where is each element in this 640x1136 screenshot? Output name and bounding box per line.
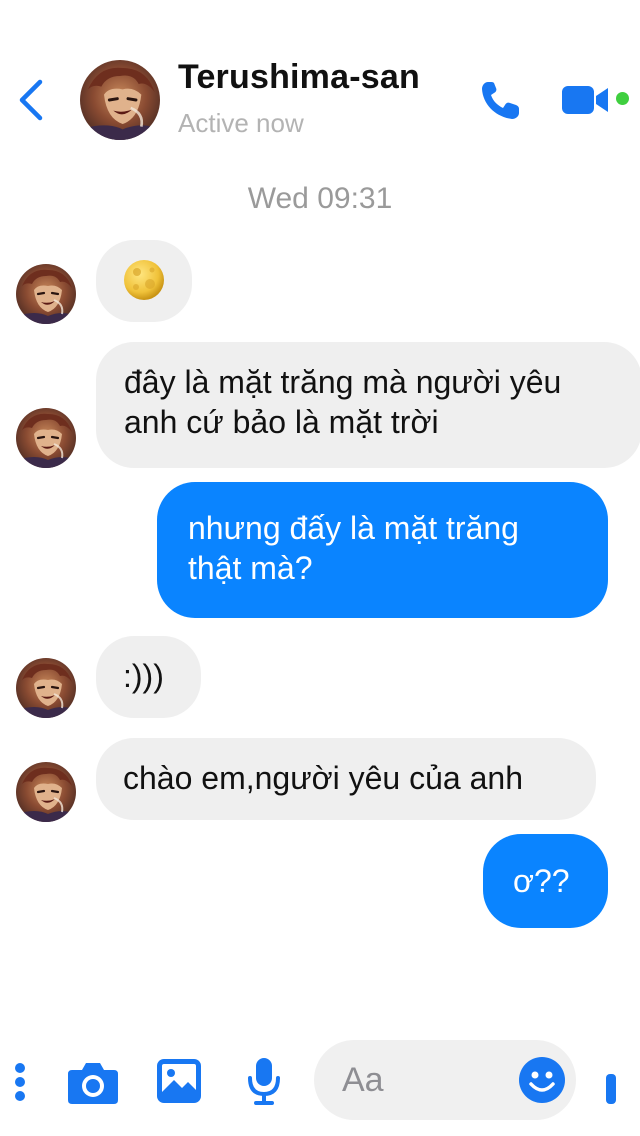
more-dots-icon[interactable] xyxy=(14,1062,28,1102)
message-bubble-incoming[interactable]: chào em,người yêu của anh xyxy=(96,738,596,820)
message-bubble-incoming[interactable]: :))) xyxy=(96,636,201,718)
microphone-icon[interactable] xyxy=(246,1056,282,1106)
message-text-line: chào em,người yêu của anh xyxy=(123,760,523,796)
message-timestamp: Wed 09:31 xyxy=(247,182,393,215)
message-bubble-outgoing[interactable]: ơ?? xyxy=(483,834,608,928)
message-text-line: anh cứ bảo là mặt trời xyxy=(124,404,439,440)
sender-avatar[interactable] xyxy=(16,408,76,468)
message-text-line: ơ?? xyxy=(513,863,570,899)
message-input-container[interactable] xyxy=(314,1040,576,1120)
sender-avatar[interactable] xyxy=(16,658,76,718)
message-text-line: thật mà? xyxy=(188,550,313,586)
contact-name[interactable]: Terushima-san xyxy=(178,58,420,97)
message-text-line: :))) xyxy=(123,658,164,694)
like-icon[interactable] xyxy=(606,1074,616,1104)
active-status: Active now xyxy=(178,108,304,138)
message-text-line: đây là mặt trăng mà người yêu xyxy=(124,364,562,400)
moon-emoji xyxy=(124,260,164,300)
online-indicator xyxy=(616,92,629,105)
video-icon[interactable] xyxy=(560,80,612,120)
conversation-header: Terushima-san Active now xyxy=(0,0,640,160)
message-text-line: nhưng đấy là mặt trăng xyxy=(188,510,519,546)
sender-avatar[interactable] xyxy=(16,264,76,324)
composer-bar xyxy=(0,1030,640,1136)
message-bubble-incoming[interactable] xyxy=(96,240,192,322)
camera-icon[interactable] xyxy=(66,1060,120,1106)
message-bubble-outgoing[interactable]: nhưng đấy là mặt trăng thật mà? xyxy=(157,482,608,618)
phone-icon[interactable] xyxy=(478,78,526,122)
smiley-icon[interactable] xyxy=(518,1056,566,1104)
chevron-left-icon[interactable] xyxy=(14,78,48,122)
message-bubble-incoming[interactable]: đây là mặt trăng mà người yêu anh cứ bảo… xyxy=(96,342,640,468)
contact-avatar[interactable] xyxy=(80,60,160,140)
message-input[interactable] xyxy=(342,1058,512,1102)
sender-avatar[interactable] xyxy=(16,762,76,822)
image-icon[interactable] xyxy=(156,1058,202,1104)
